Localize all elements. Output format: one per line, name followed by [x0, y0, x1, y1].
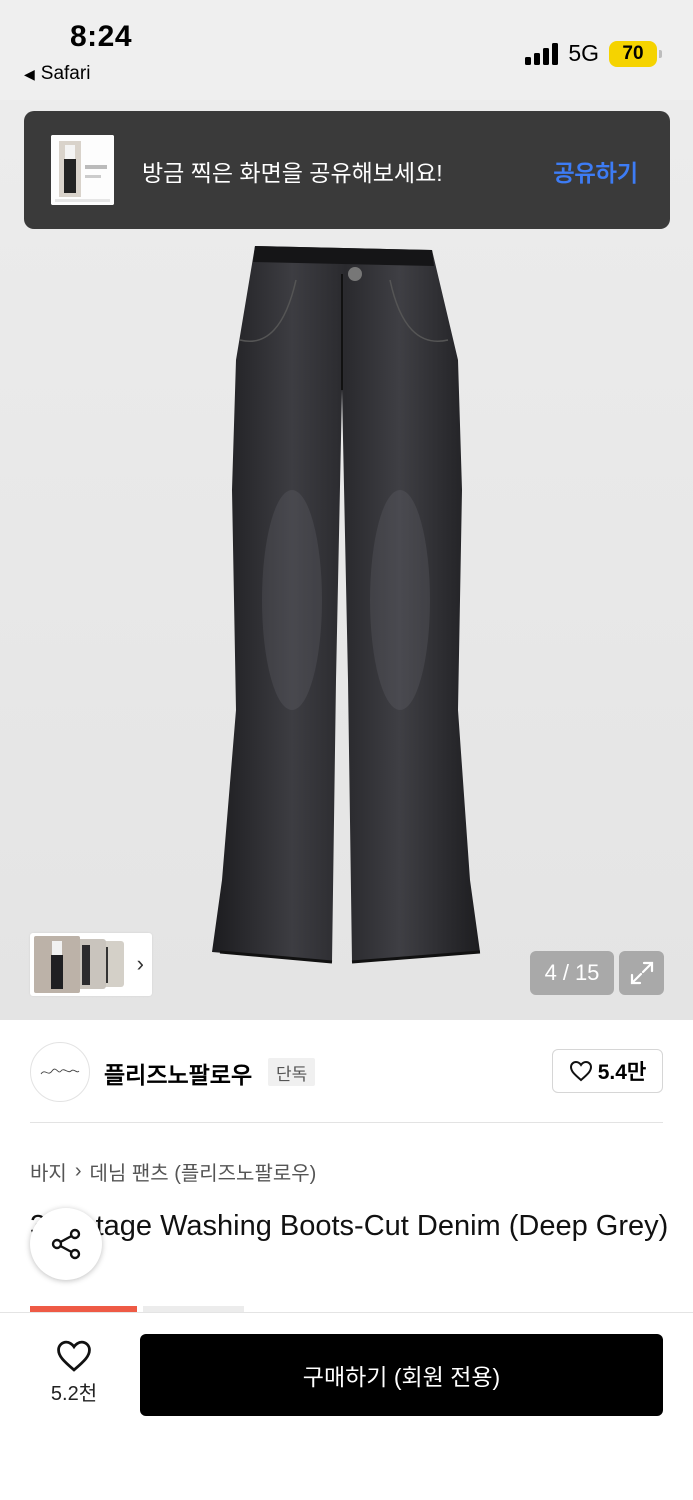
status-indicators: 5G 70: [525, 40, 662, 67]
gallery-page-separator: /: [562, 960, 569, 985]
expand-icon: [630, 961, 653, 985]
thumbnail-strip[interactable]: ›: [30, 933, 152, 996]
status-bar: 8:24 ◀ Safari 5G 70: [0, 0, 693, 100]
back-to-app-link[interactable]: ◀ Safari: [24, 63, 90, 85]
share-banner-message: 방금 찍은 화면을 공유해보세요!: [142, 160, 443, 186]
divider: [30, 1122, 663, 1123]
heart-icon: [57, 1340, 91, 1372]
gallery-page-indicator: 4 / 15: [530, 951, 614, 995]
brand-logo[interactable]: [30, 1042, 90, 1102]
product-image[interactable]: [200, 240, 490, 968]
gallery-current-page: 4: [544, 960, 557, 985]
brand-like-button[interactable]: 5.4만: [552, 1049, 663, 1093]
expand-button[interactable]: [619, 951, 664, 995]
breadcrumb: 바지 › 데님 팬츠 (플리즈노팔로우): [30, 1157, 316, 1186]
chevron-right-icon: ›: [136, 951, 144, 976]
network-label: 5G: [568, 40, 599, 66]
breadcrumb-category[interactable]: 바지: [30, 1157, 67, 1186]
brand-row[interactable]: 플리즈노팔로우 단독 5.4만: [0, 1020, 693, 1124]
wishlist-button[interactable]: 5.2천: [40, 1339, 108, 1411]
status-time: 8:24: [70, 20, 133, 53]
bottom-action-bar: 5.2천 구매하기 (회원 전용): [0, 1312, 693, 1500]
signal-icon: [525, 42, 559, 65]
back-app-label: Safari: [40, 63, 91, 84]
share-button[interactable]: 공유하기: [553, 154, 638, 188]
share-icon: [51, 1228, 81, 1260]
share-fab-button[interactable]: [30, 1208, 102, 1280]
breadcrumb-subcategory[interactable]: 데님 팬츠 (플리즈노팔로우): [89, 1157, 316, 1186]
share-banner: 방금 찍은 화면을 공유해보세요! 공유하기: [24, 111, 670, 229]
battery-icon: 70: [609, 40, 662, 67]
brand-name[interactable]: 플리즈노팔로우: [104, 1056, 252, 1090]
wishlist-count: 5.2천: [50, 1383, 98, 1405]
chevron-right-icon: ›: [74, 1160, 82, 1182]
product-title: 3 Vintage Washing Boots-Cut Denim (Deep …: [30, 1210, 669, 1242]
screenshot-thumbnail[interactable]: [51, 135, 114, 205]
back-triangle-icon: ◀: [24, 65, 35, 82]
exclusive-badge: 단독: [268, 1058, 316, 1086]
gallery-total-pages: 15: [574, 960, 600, 985]
brand-like-count: 5.4만: [597, 1061, 647, 1084]
heart-icon: [569, 1060, 592, 1082]
buy-button[interactable]: 구매하기 (회원 전용): [140, 1334, 663, 1416]
